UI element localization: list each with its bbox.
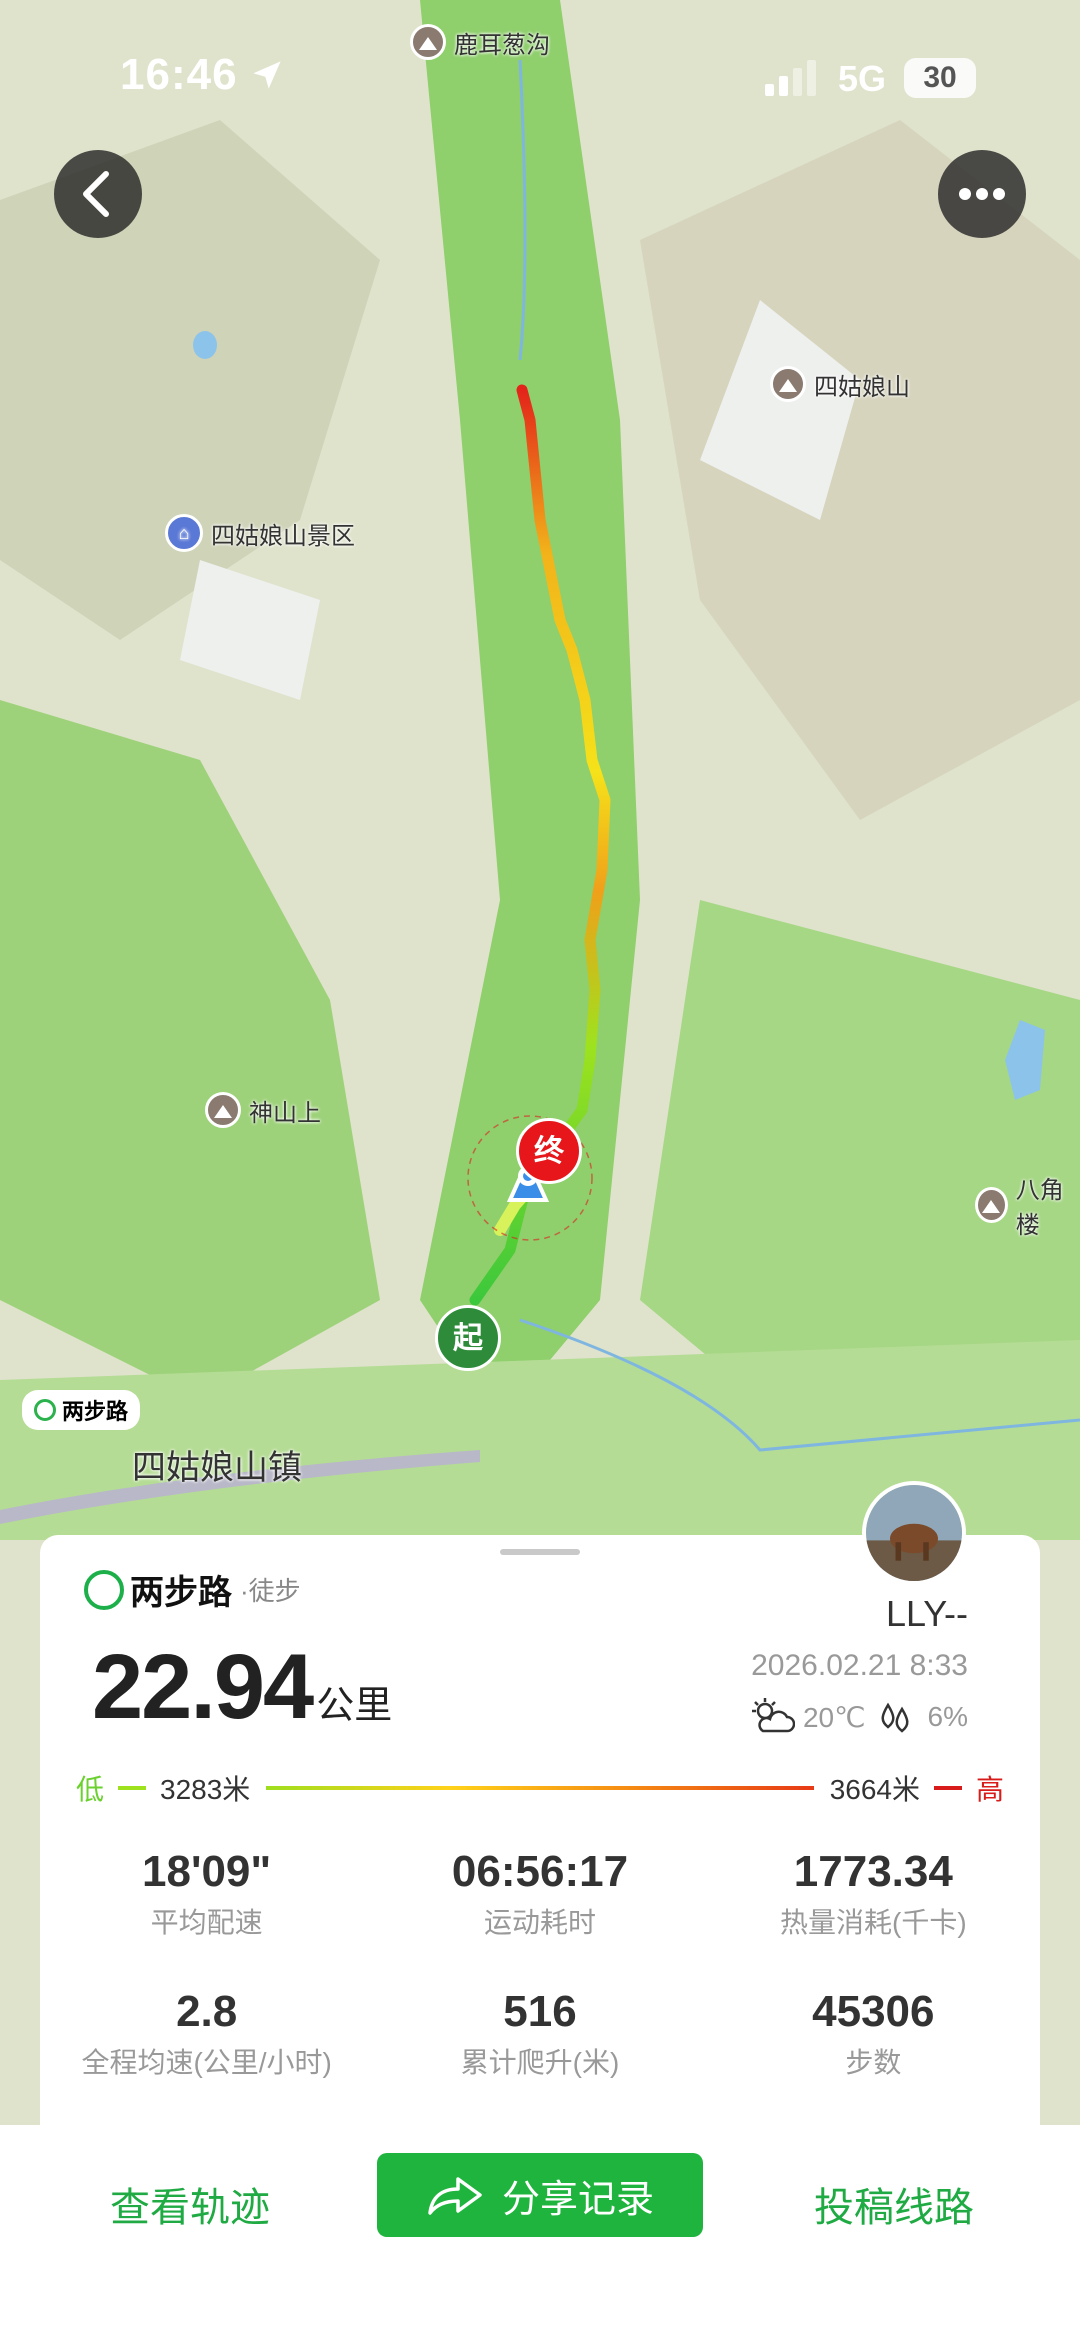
record-datetime: 2026.02.21 8:33 bbox=[751, 1649, 968, 1682]
stat-ascent: 516 累计爬升(米) bbox=[460, 1987, 620, 2078]
mountain-icon bbox=[975, 1187, 1008, 1223]
share-label: 分享记录 bbox=[501, 2178, 654, 2221]
place-bajiao[interactable]: 八角楼 bbox=[975, 1170, 1080, 1240]
bottom-action-bar: 查看轨迹 分享记录 投稿线路 bbox=[0, 2125, 1080, 2346]
share-record-button[interactable]: 分享记录 bbox=[377, 2153, 703, 2237]
brand: 两步路 ·徒步 bbox=[84, 1565, 301, 1614]
chevron-left-icon bbox=[83, 171, 109, 217]
stat-calories: 1773.34 热量消耗(千卡) bbox=[780, 1847, 967, 1938]
place-town[interactable]: 四姑娘山镇 bbox=[132, 1440, 302, 1489]
elevation-legend: 低 3283米 3664米 高 bbox=[76, 1763, 1004, 1813]
temperature: 20℃ bbox=[802, 1701, 866, 1733]
high-color-dash bbox=[933, 1786, 962, 1790]
cellular-signal-icon bbox=[765, 60, 816, 96]
elevation-high-value: 3664米 bbox=[829, 1774, 920, 1805]
end-marker[interactable]: 终 bbox=[516, 1118, 582, 1184]
partly-cloudy-icon bbox=[751, 1698, 795, 1733]
share-arrow-icon bbox=[428, 2177, 482, 2215]
status-bar: 16:46 5G 30 bbox=[0, 0, 1080, 150]
activity-type: ·徒步 bbox=[240, 1576, 301, 1606]
mountain-icon bbox=[410, 24, 446, 60]
start-marker[interactable]: 起 bbox=[435, 1305, 501, 1371]
stat-avg-pace: 18'09" 平均配速 bbox=[142, 1847, 272, 1938]
stat-steps: 45306 步数 bbox=[812, 1987, 935, 2078]
mountain-icon bbox=[770, 366, 806, 402]
record-card: 两步路 ·徒步 22.94 公里 LLY-- 2026.02.21 8:33 2… bbox=[40, 1481, 1040, 2125]
view-track-button[interactable]: 查看轨迹 bbox=[110, 2175, 270, 2233]
mountain-icon bbox=[205, 1092, 241, 1128]
username: LLY-- bbox=[885, 1593, 968, 1634]
brand-logo-icon bbox=[84, 1569, 124, 1610]
weather: 20℃ 6% bbox=[749, 1697, 968, 1737]
elevation-low-value: 3283米 bbox=[160, 1774, 251, 1805]
distance-value: 22.94 bbox=[92, 1636, 314, 1738]
brand-logo-icon bbox=[34, 1399, 56, 1421]
avatar[interactable] bbox=[862, 1481, 966, 1585]
stat-duration: 06:56:17 运动耗时 bbox=[451, 1847, 629, 1938]
elevation-low-label: 低 bbox=[76, 1774, 105, 1805]
map-watermark: 两步路 bbox=[22, 1390, 141, 1430]
place-scenic-area[interactable]: ⌂ 四姑娘山景区 bbox=[165, 514, 355, 552]
back-button[interactable] bbox=[54, 150, 142, 238]
low-color-dash bbox=[118, 1786, 147, 1790]
place-sigu-peak[interactable]: 四姑娘山 bbox=[770, 366, 910, 402]
battery-icon: 30 bbox=[904, 58, 976, 98]
stat-avg-speed: 2.8 全程均速(公里/小时) bbox=[81, 1987, 332, 2078]
elevation-gradient-bar bbox=[266, 1786, 814, 1790]
scenic-area-icon: ⌂ bbox=[165, 514, 203, 552]
place-luer[interactable]: 鹿耳葱沟 bbox=[410, 24, 550, 60]
place-shenshan[interactable]: 神山上 bbox=[205, 1092, 321, 1128]
network-type: 5G bbox=[838, 58, 887, 99]
more-dots-icon bbox=[959, 188, 1005, 200]
submit-route-button[interactable]: 投稿线路 bbox=[814, 2175, 974, 2233]
drag-handle[interactable] bbox=[500, 1549, 580, 1555]
elevation-high-label: 高 bbox=[975, 1774, 1004, 1805]
more-button[interactable] bbox=[938, 150, 1026, 238]
humidity: 6% bbox=[927, 1701, 968, 1732]
location-arrow-icon bbox=[253, 61, 281, 89]
clock: 16:46 bbox=[120, 50, 238, 99]
distance: 22.94 公里 bbox=[92, 1635, 392, 1740]
humidity-drops-icon bbox=[881, 1702, 909, 1733]
brand-name: 两步路 bbox=[130, 1574, 232, 1612]
distance-unit: 公里 bbox=[316, 1685, 393, 1727]
stats-grid: 18'09" 平均配速 06:56:17 运动耗时 1773.34 热量消耗(千卡) … bbox=[40, 1847, 1040, 2081]
